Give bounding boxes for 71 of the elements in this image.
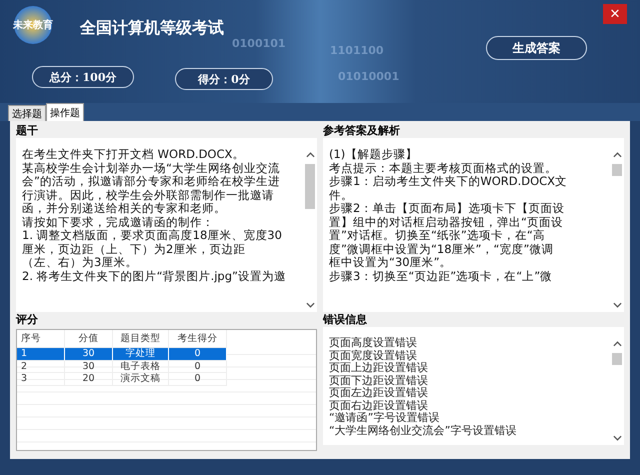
table-cell: 字处理: [113, 348, 169, 360]
scroll-up-icon[interactable]: [612, 341, 622, 347]
scroll-down-icon[interactable]: [306, 302, 314, 308]
scroll-up-icon[interactable]: [612, 152, 622, 158]
table-cell: 0: [169, 348, 227, 360]
error-message: 页面下边距设置错误: [329, 374, 429, 387]
text-line: 步骤2：单击【页面布局】选项卡下【页面设: [329, 202, 566, 216]
text-line: 在考生文件夹下打开文档 WORD.DOCX。: [22, 148, 246, 162]
section-heading: 题干: [16, 123, 39, 138]
table-row[interactable]: 3 20 演示文稿 0: [17, 373, 316, 386]
text-line: 考点提示：本题主要考核页面格式的设置。: [329, 162, 558, 175]
table-cell: 30: [65, 348, 113, 360]
scrollbar-thumb[interactable]: [612, 164, 622, 176]
tab[interactable]: 选择题: [8, 105, 46, 121]
section-heading: 错误信息: [323, 312, 368, 327]
error-message: 页面右边距设置错误: [329, 400, 429, 412]
text-line: 置】组中的对话框启动器按钮，弹出“页面设: [329, 216, 564, 229]
table-cell: 3: [17, 373, 65, 386]
text-line: 某高校学生会计划举办一场“大学生网络创业交流: [22, 162, 281, 175]
scroll-down-icon[interactable]: [612, 435, 622, 441]
score-display: 得分：0分: [175, 68, 273, 90]
table-cell: 1: [17, 348, 65, 360]
text-line: 请按如下要求，完成邀请函的制作：: [22, 216, 215, 229]
column-header[interactable]: 题目类型: [113, 330, 169, 348]
generate-answer-button[interactable]: 生成答案: [486, 36, 587, 60]
column-header[interactable]: 序号: [17, 330, 65, 348]
text-line: 度”微调框中设置为“18厘米”，“宽度”微调: [329, 242, 554, 256]
window-title: 全国计算机等级考试: [80, 18, 224, 39]
text-line: 件。: [329, 188, 354, 202]
background-digits: 0100101: [232, 37, 286, 50]
text-line: 厘米，页边距（上、下）为2厘米，页边距: [22, 242, 246, 256]
text-line: (1)【解题步骤】: [329, 148, 418, 162]
text-line: 步骤3：切换至“页边距”选项卡，在“上”微: [329, 270, 554, 283]
text-line: 会”的活动，拟邀请部分专家和老师给在校学生进: [22, 175, 281, 188]
table-row[interactable]: 1 30 字处理 0: [17, 348, 316, 360]
error-message: “大学生网络创业交流会”字号设置错误: [329, 424, 518, 437]
error-message: 页面左边距设置错误: [329, 387, 429, 400]
text-line: 2. 将考生文件夹下的图片“背景图片.jpg”设置为邀: [22, 270, 287, 283]
background-digits: 1101100: [330, 44, 384, 57]
table-cell: 20: [65, 373, 113, 386]
scroll-down-icon[interactable]: [612, 302, 622, 308]
table-row[interactable]: 2 30 电子表格 0: [17, 360, 316, 373]
total-score-display: 总分：100分: [32, 66, 134, 88]
background-digits: 01010001: [338, 70, 400, 83]
table-cell: 0: [169, 373, 227, 386]
scrollbar-thumb[interactable]: [612, 353, 622, 365]
section-heading: 参考答案及解析: [323, 123, 401, 138]
close-button[interactable]: ×: [603, 4, 627, 24]
error-message: 页面上边距设置错误: [329, 362, 429, 374]
text-line: 1. 调整文档版面，要求页面高度18厘米、宽度30: [22, 229, 283, 242]
table-cell: 0: [169, 360, 227, 373]
text-line: （左、右）为3厘米。: [22, 256, 138, 270]
column-header[interactable]: 考生得分: [169, 330, 227, 348]
scroll-up-icon[interactable]: [306, 152, 314, 158]
table-cell: 电子表格: [113, 360, 169, 373]
error-message: 页面高度设置错误: [329, 337, 418, 350]
column-header[interactable]: 分值: [65, 330, 113, 348]
scrollbar-thumb[interactable]: [305, 164, 315, 209]
table-cell: 2: [17, 360, 65, 373]
error-message: “邀请函”字号设置错误: [329, 412, 440, 424]
section-heading: 评分: [16, 312, 39, 327]
logo-text: 未来教育: [13, 18, 53, 32]
error-message: 页面宽度设置错误: [329, 350, 418, 362]
text-line: 置”对话框。切换至“纸张”选项卡，在“高: [329, 229, 546, 242]
text-line: 行演讲。因此，校学生会外联部需制作一批邀请: [22, 188, 275, 202]
text-line: 步骤1：启动考生文件夹下的WORD.DOCX文: [329, 175, 568, 188]
text-line: 框中设置为“30厘米”。: [329, 256, 453, 270]
tab[interactable]: 操作题: [46, 103, 84, 121]
table-cell: 演示文稿: [113, 373, 169, 386]
text-line: 函，并分别递送给相关的专家和老师。: [22, 202, 227, 216]
table-cell: 30: [65, 360, 113, 373]
